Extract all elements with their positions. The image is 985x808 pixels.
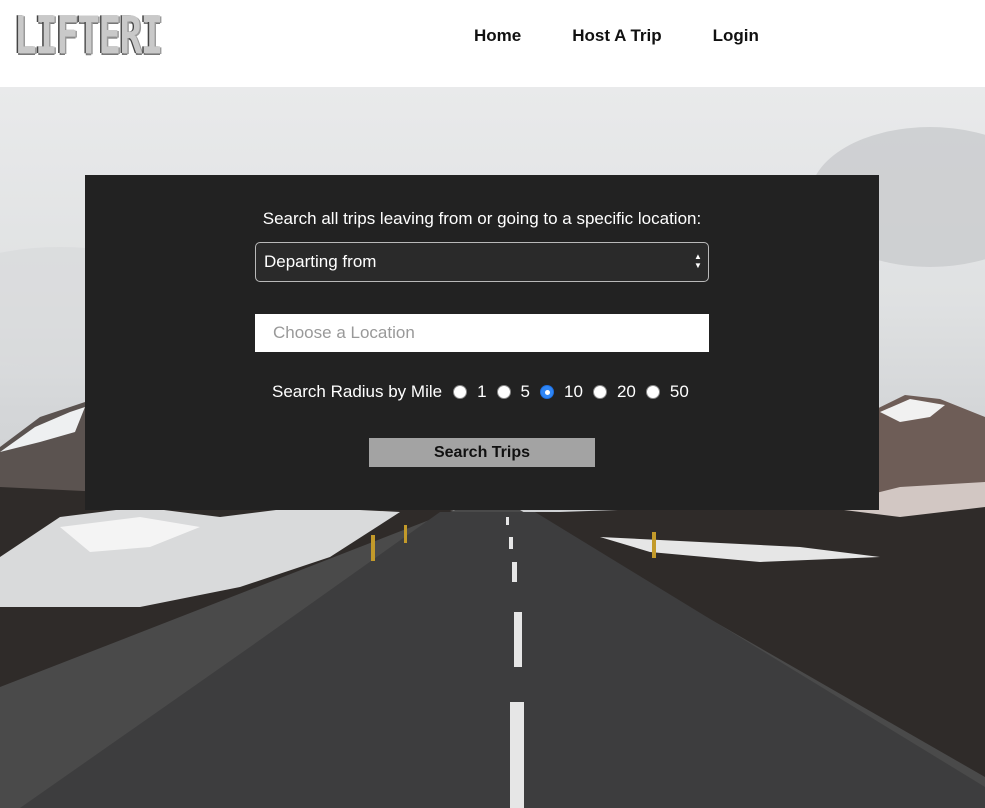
direction-select[interactable]: Departing from ▲ ▼ [255,242,709,282]
radius-option-label: 10 [564,382,583,401]
site-header: LIFTERI Home Host A Trip Login [0,0,985,87]
radius-option-label: 20 [616,382,636,401]
radius-label: Search Radius by Mile [272,382,443,401]
lifteri-logo[interactable]: LIFTERI [14,6,219,66]
logo-text: LIFTERI [14,6,163,66]
select-arrows-icon: ▲ ▼ [694,252,702,270]
radius-radio-20[interactable] [592,385,607,399]
search-prompt: Search all trips leaving from or going t… [262,209,702,228]
location-input[interactable]: Choose a Location [255,314,709,352]
radius-option-label: 1 [477,382,487,401]
radius-radio-50[interactable] [645,385,660,399]
nav-login-link[interactable]: Login [713,26,759,46]
radius-radio-1[interactable] [453,385,468,399]
search-radius-group: Search Radius by Mile 1 5 10 20 50 [272,381,699,403]
radius-option-label: 50 [669,382,689,401]
radius-radio-5[interactable] [496,385,511,399]
direction-select-value: Departing from [264,252,377,271]
nav-host-trip-link[interactable]: Host A Trip [572,26,661,46]
trip-search-panel: Search all trips leaving from or going t… [85,175,879,510]
search-trips-button[interactable]: Search Trips [369,438,595,467]
main-nav: Home Host A Trip Login [474,26,810,46]
radius-radio-10[interactable] [540,385,555,399]
nav-home-link[interactable]: Home [474,26,521,46]
radius-option-label: 5 [520,382,531,401]
